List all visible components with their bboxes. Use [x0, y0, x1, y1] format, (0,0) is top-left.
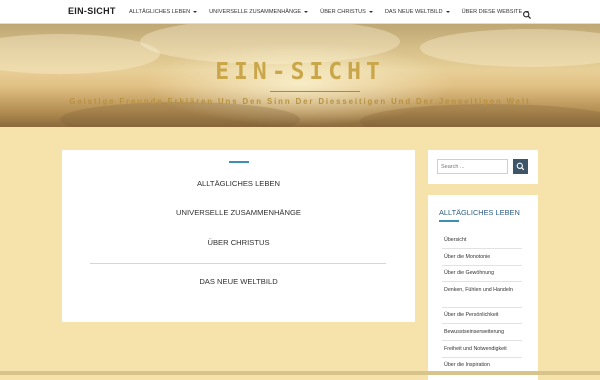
nav-item-label: DAS NEUE WELTBILD: [384, 9, 443, 15]
link-das-neue-weltbild[interactable]: DAS NEUE WELTBILD: [62, 277, 415, 286]
sidebar-item-bewusstseinserweiterung[interactable]: Bewusstseinserweiterung: [444, 328, 520, 337]
caret-down-icon: [368, 11, 373, 13]
site-title[interactable]: EIN-SICHT: [0, 59, 600, 85]
nav-item-ueber-christus[interactable]: ÜBER CHRISTUS: [320, 9, 373, 15]
cloud-shape: [140, 24, 400, 64]
nav-item-ueber-diese-website[interactable]: ÜBER DIESE WEBSITE: [462, 9, 530, 15]
search-button[interactable]: [513, 159, 528, 174]
sidebar-item-monotonie[interactable]: Über die Monotonie: [444, 253, 520, 262]
hero-banner: EIN-SICHT Geistige Freunde Erklären Uns …: [0, 24, 600, 127]
divider: [442, 340, 522, 341]
nav-item-universelle-zusammenhaenge[interactable]: UNIVERSELLE ZUSAMMENHÄNGE: [209, 9, 309, 15]
divider: [442, 357, 522, 358]
accent-line: [439, 220, 459, 222]
search-icon: [516, 162, 525, 171]
category-card: ALLTÄGLICHES LEBEN UNIVERSELLE ZUSAMMENH…: [62, 150, 415, 322]
page-bottom-edge: [0, 371, 600, 375]
sidebar-item-denken-fuehlen-handeln[interactable]: Denken, Fühlen und Handeln: [444, 286, 514, 295]
nav-item-label: ÜBER CHRISTUS: [320, 9, 366, 15]
nav-item-label: ALLTÄGLICHES LEBEN: [129, 9, 191, 15]
sidebar-search-widget: [428, 150, 538, 184]
accent-line: [229, 161, 249, 163]
main-menu: ALLTÄGLICHES LEBEN UNIVERSELLE ZUSAMMENH…: [129, 0, 541, 24]
divider: [442, 323, 522, 324]
site-tagline: Geistige Freunde Erklären Uns Den Sinn D…: [69, 97, 531, 106]
nav-item-alltaegliches-leben[interactable]: ALLTÄGLICHES LEBEN: [129, 9, 198, 15]
search-icon[interactable]: [522, 7, 532, 20]
divider: [442, 265, 522, 266]
divider: [442, 248, 522, 249]
caret-down-icon: [304, 11, 309, 13]
link-universelle-zusammenhaenge[interactable]: UNIVERSELLE ZUSAMMENHÄNGE: [62, 208, 415, 217]
link-ueber-christus[interactable]: ÜBER CHRISTUS: [62, 238, 415, 247]
link-alltaegliches-leben[interactable]: ALLTÄGLICHES LEBEN: [62, 179, 415, 188]
sidebar-item-uebersicht[interactable]: Übersicht: [444, 236, 520, 245]
search-input[interactable]: [437, 159, 508, 174]
cloud-shape: [360, 104, 600, 127]
sidebar-widget-title: ALLTÄGLICHES LEBEN: [439, 208, 520, 217]
sidebar-item-persoenlichkeit[interactable]: Über die Persönlichkeit: [444, 311, 520, 320]
nav-item-das-neue-weltbild[interactable]: DAS NEUE WELTBILD: [385, 9, 450, 15]
divider: [90, 263, 386, 264]
site-brand[interactable]: EIN-SICHT: [68, 6, 116, 16]
top-navbar: EIN-SICHT ALLTÄGLICHES LEBEN UNIVERSELLE…: [0, 0, 600, 24]
title-underline: [270, 91, 360, 92]
nav-item-label: UNIVERSELLE ZUSAMMENHÄNGE: [209, 9, 302, 15]
divider: [442, 307, 522, 308]
sidebar-item-freiheit-notwendigkeit[interactable]: Freiheit und Notwendigkeit: [444, 345, 520, 354]
caret-down-icon: [445, 11, 450, 13]
sidebar-item-gewoehnung[interactable]: Über die Gewöhnung: [444, 269, 520, 278]
sidebar-menu-widget: ALLTÄGLICHES LEBEN Übersicht Über die Mo…: [428, 195, 538, 380]
nav-item-label: ÜBER DIESE WEBSITE: [461, 9, 523, 15]
caret-down-icon: [193, 11, 198, 13]
sidebar-item-inspiration[interactable]: Über die Inspiration: [444, 361, 520, 370]
divider: [442, 281, 522, 282]
